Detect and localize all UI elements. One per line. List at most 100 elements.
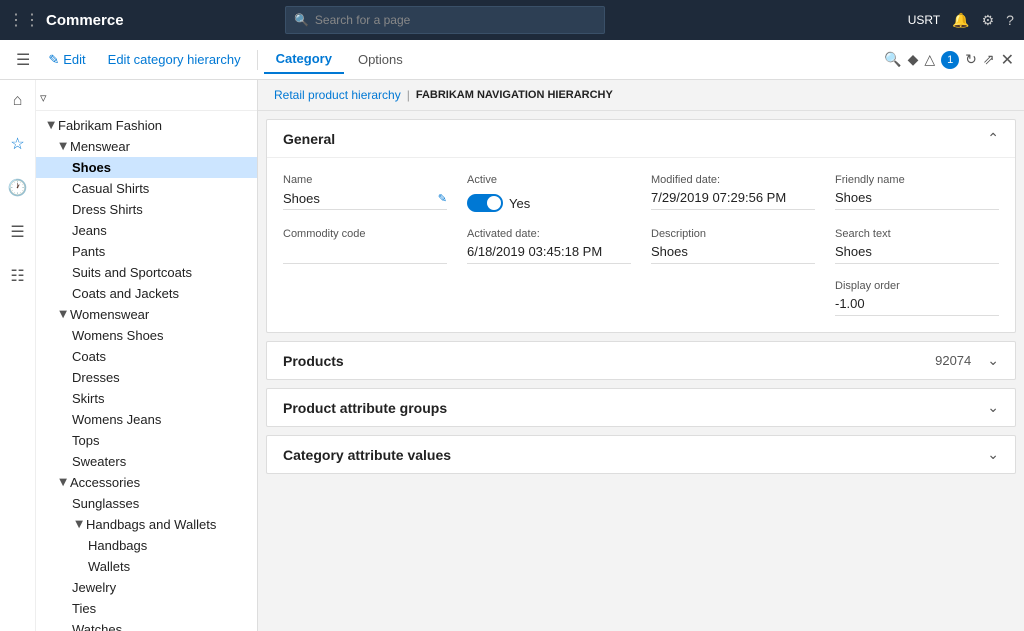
tree-item-root[interactable]: ▶ Fabrikam Fashion [36,115,257,136]
main-layout: ⌂ ☆ 🕐 ☰ ☷ ▿ ▶ Fabrikam Fashion ▶ Menswea… [0,80,1024,631]
tree-item-coats-jackets[interactable]: Coats and Jackets [36,283,257,304]
category-attribute-values-section: Category attribute values ⌄ [266,435,1016,474]
active-toggle[interactable] [467,194,503,212]
tab-category[interactable]: Category [264,45,344,74]
edit-button[interactable]: ✎ Edit [38,48,95,72]
breadcrumb-current: FABRIKAM NAVIGATION HIERARCHY [416,89,613,101]
display-order-label: Display order [835,280,999,292]
category-attribute-values-expand-icon[interactable]: ⌄ [987,446,999,463]
friendly-name-field: Friendly name Shoes [835,174,999,210]
tree-item-handbags-wallets[interactable]: ▶ Handbags and Wallets [36,514,257,535]
active-yes-label: Yes [509,196,530,211]
search-text-label: Search text [835,228,999,240]
tree-item-suits[interactable]: Suits and Sportcoats [36,262,257,283]
toolbar-separator [257,50,258,70]
tree-panel: ▿ ▶ Fabrikam Fashion ▶ Menswear Shoes Ca… [36,80,258,631]
search-text-field: Search text Shoes [835,228,999,264]
tab-options[interactable]: Options [346,46,415,73]
list-icon[interactable]: ☷ [6,262,28,290]
tree-item-casual-shirts[interactable]: Casual Shirts [36,178,257,199]
tree-item-accessories[interactable]: ▶ Accessories [36,472,257,493]
tree-item-sweaters[interactable]: Sweaters [36,451,257,472]
tree-item-skirts[interactable]: Skirts [36,388,257,409]
bell-icon[interactable]: 🔔 [950,10,971,31]
toolbar-right-icons: 🔍 ◆ △ 1 ↻ ⇗ ✕ [884,50,1014,70]
breadcrumb-hierarchy[interactable]: Retail product hierarchy [274,88,401,102]
toolbar-notification-icon[interactable]: 1 [941,51,959,69]
tree-item-tops[interactable]: Tops [36,430,257,451]
modified-date-value: 7/29/2019 07:29:56 PM [651,190,815,210]
name-edit-icon[interactable]: ✎ [438,192,447,205]
tree-item-watches[interactable]: Watches [36,619,257,631]
commodity-code-value [283,244,447,264]
toolbar-icon-1[interactable]: ◆ [908,51,919,68]
home-icon[interactable]: ⌂ [9,88,27,114]
toolbar-refresh-icon[interactable]: ↻ [965,51,977,68]
clock-icon[interactable]: 🕐 [4,174,32,202]
category-attribute-values-header[interactable]: Category attribute values ⌄ [267,436,1015,473]
tree-item-jeans[interactable]: Jeans [36,220,257,241]
products-section-header[interactable]: Products 92074 ⌄ [267,342,1015,379]
tree-item-ties[interactable]: Ties [36,598,257,619]
description-label: Description [651,228,815,240]
display-order-value: -1.00 [835,296,999,316]
product-attribute-groups-expand-icon[interactable]: ⌄ [987,399,999,416]
activated-date-field: Activated date: 6/18/2019 03:45:18 PM [467,228,631,264]
products-right: 92074 ⌄ [935,352,999,369]
filter-icon[interactable]: ▿ [40,90,47,106]
search-input[interactable] [315,13,596,27]
general-collapse-icon[interactable]: ⌃ [987,130,999,147]
name-field: Name Shoes ✎ [283,174,447,210]
product-attribute-groups-section: Product attribute groups ⌄ [266,388,1016,427]
products-section-title: Products [283,353,344,369]
friendly-name-label: Friendly name [835,174,999,186]
settings-icon[interactable]: ⚙ [980,10,997,31]
general-section-title: General [283,131,335,147]
tree-item-coats-w[interactable]: Coats [36,346,257,367]
hamburger-icon[interactable]: ☰ [10,46,36,74]
tree-item-womens-shoes[interactable]: Womens Shoes [36,325,257,346]
tree-item-womens-jeans[interactable]: Womens Jeans [36,409,257,430]
activated-date-value: 6/18/2019 03:45:18 PM [467,244,631,264]
tree-item-wallets[interactable]: Wallets [36,556,257,577]
active-toggle-wrap: Yes [467,194,631,212]
pencil-icon: ✎ [48,52,59,68]
description-value: Shoes [651,244,815,264]
global-search[interactable]: 🔍 [285,6,605,34]
sidebar-icons: ⌂ ☆ 🕐 ☰ ☷ [0,80,36,631]
general-form-grid: Name Shoes ✎ Active Yes [283,174,999,316]
tree-item-dress-shirts[interactable]: Dress Shirts [36,199,257,220]
tree-item-jewelry[interactable]: Jewelry [36,577,257,598]
star-icon[interactable]: ☆ [6,130,28,158]
friendly-name-value: Shoes [835,190,999,210]
tree-item-shoes[interactable]: Shoes [36,157,257,178]
toolbar-expand-icon[interactable]: ⇗ [983,51,995,68]
products-section: Products 92074 ⌄ [266,341,1016,380]
detail-panel: Retail product hierarchy | FABRIKAM NAVI… [258,80,1024,631]
edit-hierarchy-button[interactable]: Edit category hierarchy [98,48,251,71]
toolbar-close-icon[interactable]: ✕ [1001,50,1014,70]
arrow-accessories: ▶ [58,476,69,490]
grid-icon[interactable]: ⋮⋮ [8,10,40,30]
top-bar-right: USRT 🔔 ⚙ ? [906,10,1016,31]
tree-item-menswear[interactable]: ▶ Menswear [36,136,257,157]
help-icon[interactable]: ? [1004,10,1016,30]
tree-item-pants[interactable]: Pants [36,241,257,262]
workspace-icon[interactable]: ☰ [6,218,28,246]
toolbar-search-icon[interactable]: 🔍 [884,51,901,68]
tree-item-sunglasses[interactable]: Sunglasses [36,493,257,514]
active-field: Active Yes [467,174,631,212]
general-section-header[interactable]: General ⌃ [267,120,1015,158]
breadcrumb-separator: | [407,88,410,102]
name-label: Name [283,174,447,186]
tree-item-handbags[interactable]: Handbags [36,535,257,556]
products-expand-icon[interactable]: ⌄ [987,352,999,369]
tree-item-dresses[interactable]: Dresses [36,367,257,388]
toolbar-icon-2[interactable]: △ [924,51,935,68]
user-label: USRT [906,11,942,29]
modified-date-field: Modified date: 7/29/2019 07:29:56 PM [651,174,815,210]
tree-item-womenswear[interactable]: ▶ Womenswear [36,304,257,325]
category-attribute-values-title: Category attribute values [283,447,451,463]
app-title: Commerce [46,12,124,29]
product-attribute-groups-header[interactable]: Product attribute groups ⌄ [267,389,1015,426]
